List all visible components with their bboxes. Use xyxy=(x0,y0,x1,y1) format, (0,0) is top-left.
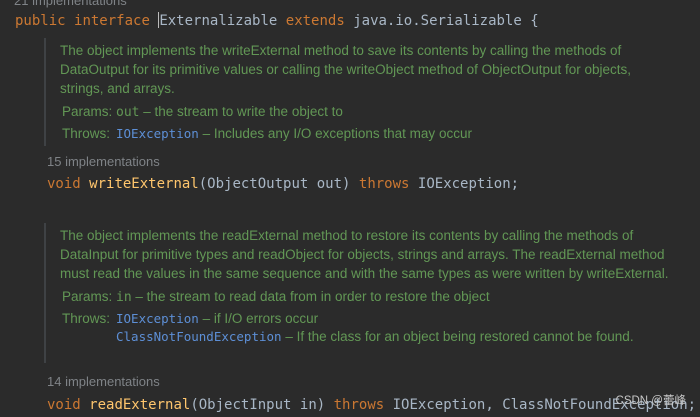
method-params: (ObjectInput in) xyxy=(190,397,326,413)
throws-value-2: ClassNotFoundException – If the class fo… xyxy=(116,327,634,346)
throws-description-2: – If the class for an object being resto… xyxy=(285,329,634,344)
throws-label: Throws: xyxy=(62,126,111,141)
keyword-void: void xyxy=(47,397,81,413)
throws-label: Throws: xyxy=(62,311,111,326)
ioexception-link[interactable]: IOException xyxy=(116,126,199,141)
class-not-found-exception-link[interactable]: ClassNotFoundException xyxy=(116,329,282,344)
write-external-implementations-hint[interactable]: 15 implementations xyxy=(47,154,160,169)
param-description: – the stream to read data from in order … xyxy=(135,289,490,304)
method-params: (ObjectOutput out) xyxy=(198,176,351,192)
throws-line: Throws: IOException – Includes any I/O e… xyxy=(60,124,700,143)
open-brace: { xyxy=(530,13,539,29)
keyword-public: public xyxy=(15,13,66,29)
interface-name-first: E xyxy=(159,13,168,29)
keyword-extends: extends xyxy=(285,13,345,29)
param-name: out xyxy=(116,105,140,120)
javadoc-description: The object implements the readExternal m… xyxy=(60,228,669,281)
write-external-signature: void writeExternal(ObjectOutput out) thr… xyxy=(47,174,519,194)
read-external-signature: void readExternal(ObjectInput in) throws… xyxy=(47,395,696,415)
throws-line: Throws: IOException – if I/O errors occu… xyxy=(60,309,700,328)
interface-name[interactable]: Externalizable xyxy=(158,12,278,29)
read-external-implementations-hint[interactable]: 14 implementations xyxy=(47,374,160,389)
keyword-throws: throws xyxy=(333,397,385,413)
javadoc-read-external: The object implements the readExternal m… xyxy=(44,223,700,363)
param-description: – the stream to write the object to xyxy=(143,104,343,119)
params-label: Params: xyxy=(62,104,113,119)
csdn-watermark: CSDN @蕾峰 xyxy=(615,395,686,407)
method-name-write-external[interactable]: writeExternal xyxy=(89,176,199,192)
ioexception-link[interactable]: IOException xyxy=(116,311,199,326)
javadoc-write-external: The object implements the writeExternal … xyxy=(44,38,700,146)
throws-description: – if I/O errors occur xyxy=(202,311,319,326)
keyword-void: void xyxy=(47,176,81,192)
keyword-interface: interface xyxy=(74,13,150,29)
throws-value: IOException – if I/O errors occur xyxy=(116,309,318,328)
keyword-throws: throws xyxy=(358,176,410,192)
params-label: Params: xyxy=(62,289,113,304)
params-value: out – the stream to write the object to xyxy=(116,102,343,122)
throws-description: – Includes any I/O exceptions that may o… xyxy=(202,126,472,141)
throws-line-2: ClassNotFoundException – If the class fo… xyxy=(60,327,700,346)
super-interface[interactable]: java.io.Serializable xyxy=(353,13,522,29)
throws-value: IOException – Includes any I/O exception… xyxy=(116,124,472,143)
method-name-read-external[interactable]: readExternal xyxy=(89,397,190,413)
params-line: Params: in – the stream to read data fro… xyxy=(60,287,700,306)
javadoc-description: The object implements the writeExternal … xyxy=(60,43,632,96)
param-name: in xyxy=(116,290,132,305)
implementations-hint[interactable]: 21 implementations xyxy=(14,0,127,8)
thrown-exceptions: IOException; xyxy=(417,176,520,192)
interface-name-rest: xternalizable xyxy=(167,13,278,29)
params-line: Params: out – the stream to write the ob… xyxy=(60,102,700,121)
params-value: in – the stream to read data from in ord… xyxy=(116,287,490,307)
interface-declaration: public interface Externalizable extends … xyxy=(15,11,539,31)
